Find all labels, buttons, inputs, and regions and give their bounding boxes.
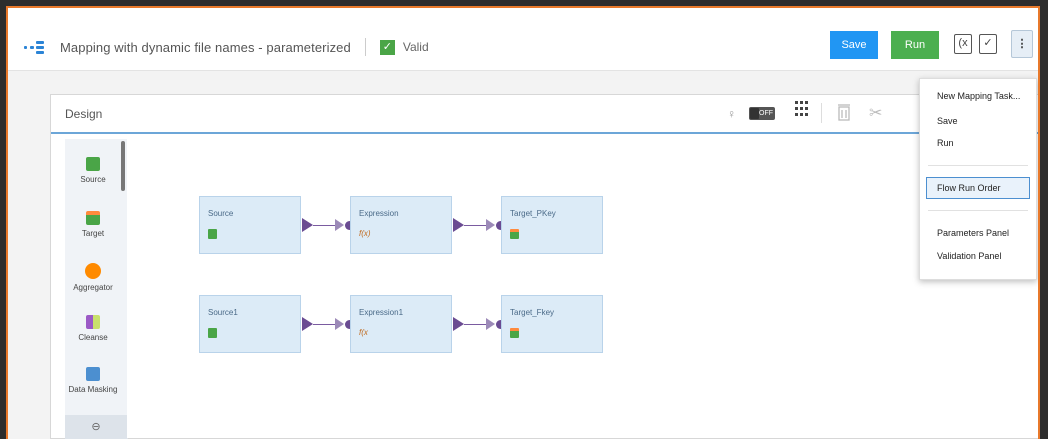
palette-cleanse[interactable]: Cleanse	[65, 315, 121, 342]
cut-icon[interactable]: ✂	[869, 103, 882, 123]
node-label: Target_Fkey	[510, 308, 555, 317]
toolbar-divider	[821, 103, 822, 123]
input-arrow-icon	[486, 219, 495, 231]
output-port-icon[interactable]	[453, 317, 464, 331]
palette-source[interactable]: Source	[65, 157, 121, 184]
menu-save[interactable]: Save	[937, 116, 958, 126]
transformation-palette: Source Target Aggregator Cleanse Data Ma…	[65, 139, 128, 439]
menu-validation-panel[interactable]: Validation Panel	[937, 251, 1001, 261]
source-icon	[208, 229, 217, 239]
source-icon	[86, 157, 100, 171]
save-button[interactable]: Save	[830, 31, 878, 59]
menu-flow-run-order[interactable]: Flow Run Order	[937, 183, 1001, 193]
node-source1[interactable]: Source1	[199, 295, 301, 353]
palette-aggregator[interactable]: Aggregator	[65, 263, 121, 292]
palette-label: Aggregator	[73, 283, 113, 292]
palette-label: Target	[81, 229, 105, 238]
lightbulb-icon[interactable]: ♀	[727, 107, 736, 121]
design-header: Design ♀ OFF ✂	[51, 95, 1038, 134]
input-arrow-icon	[335, 318, 344, 330]
target-icon	[510, 229, 519, 239]
target-icon	[86, 211, 100, 225]
node-label: Expression	[359, 209, 399, 218]
menu-run[interactable]: Run	[937, 138, 954, 148]
palette-label: Source	[80, 175, 106, 184]
mapping-icon	[24, 40, 52, 54]
node-source[interactable]: Source	[199, 196, 301, 254]
mapping-title-area: Mapping with dynamic file names - parame…	[24, 38, 429, 56]
palette-scrollbar[interactable]	[121, 141, 125, 191]
node-label: Source1	[208, 308, 238, 317]
menu-divider	[928, 210, 1028, 211]
palette-label: Data Masking	[68, 385, 118, 394]
expression-icon: f(x)	[359, 229, 371, 238]
input-arrow-icon	[486, 318, 495, 330]
target-icon	[510, 328, 519, 338]
delete-icon[interactable]	[838, 103, 850, 124]
node-target-pkey[interactable]: Target_PKey	[501, 196, 603, 254]
mapping-toolbar: Mapping with dynamic file names - parame…	[8, 8, 1038, 71]
run-button[interactable]: Run	[891, 31, 939, 59]
mapping-title: Mapping with dynamic file names - parame…	[60, 39, 351, 55]
output-port-icon[interactable]	[302, 218, 313, 232]
expression-icon: f(x	[359, 328, 368, 337]
palette-more-icon[interactable]: ⊖	[65, 415, 127, 439]
app-window: Mapping with dynamic file names - parame…	[6, 6, 1040, 439]
node-target-fkey[interactable]: Target_Fkey	[501, 295, 603, 353]
cleanse-icon	[86, 315, 100, 329]
toggle-switch[interactable]: OFF	[749, 107, 775, 120]
menu-divider	[928, 165, 1028, 166]
mapping-canvas[interactable]: Source Expression f(x) Target_PKey Sourc…	[127, 139, 1038, 438]
menu-parameters-panel[interactable]: Parameters Panel	[937, 228, 1009, 238]
grid-layout-icon[interactable]	[795, 101, 809, 116]
palette-label: Cleanse	[78, 333, 108, 342]
actions-menu: New Mapping Task... Save Run Flow Run Or…	[919, 78, 1037, 280]
valid-status: Valid	[402, 40, 429, 54]
input-arrow-icon	[335, 219, 344, 231]
menu-new-mapping-task[interactable]: New Mapping Task...	[937, 91, 1020, 101]
valid-check-icon: ✓	[379, 39, 395, 55]
more-actions-icon[interactable]: ⋮	[1011, 30, 1033, 58]
title-divider	[364, 38, 366, 56]
output-port-icon[interactable]	[302, 317, 313, 331]
node-label: Source	[208, 209, 234, 218]
data-masking-icon	[86, 367, 100, 381]
node-label: Target_PKey	[510, 209, 556, 218]
zoom-icon[interactable]: ⚲	[1039, 107, 1040, 124]
node-label: Expression1	[359, 308, 404, 317]
node-expression1[interactable]: Expression1 f(x	[350, 295, 452, 353]
design-panel: Design ♀ OFF ✂ Source Target Aggregator …	[50, 94, 1038, 439]
validate-icon[interactable]: ✓	[979, 34, 997, 54]
palette-target[interactable]: Target	[65, 211, 121, 238]
source-icon	[208, 328, 217, 338]
aggregator-icon	[85, 263, 101, 279]
node-expression[interactable]: Expression f(x)	[350, 196, 452, 254]
design-title: Design	[65, 107, 103, 121]
output-port-icon[interactable]	[453, 218, 464, 232]
palette-data-masking[interactable]: Data Masking	[65, 367, 121, 394]
parameters-icon[interactable]: (x	[954, 34, 972, 54]
